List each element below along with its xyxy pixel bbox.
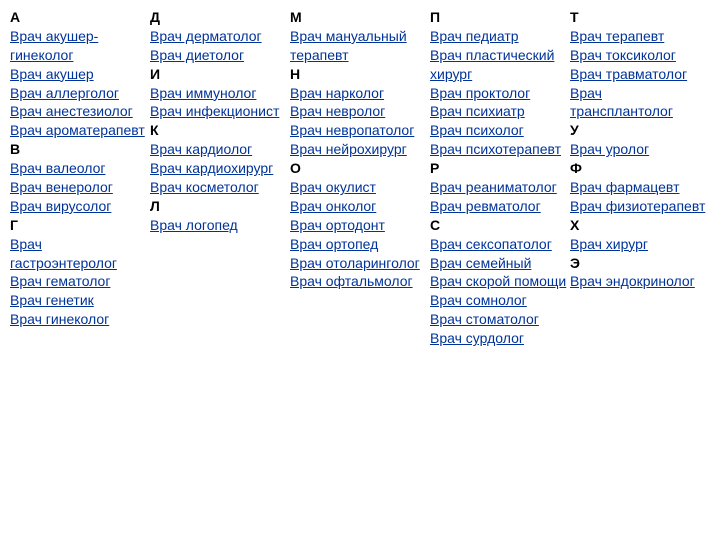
- letter-heading: Р: [430, 159, 568, 178]
- doctor-link[interactable]: Врач онколог: [290, 197, 428, 216]
- doctor-link[interactable]: Врач аллерголог: [10, 84, 148, 103]
- doctor-link[interactable]: Врач дерматолог: [150, 27, 288, 46]
- doctor-link[interactable]: Врач ортопед: [290, 235, 428, 254]
- doctor-link[interactable]: Врач проктолог: [430, 84, 568, 103]
- doctor-link[interactable]: Врач диетолог: [150, 46, 288, 65]
- doctor-link[interactable]: Врач травматолог: [570, 65, 708, 84]
- doctor-link[interactable]: Врач гастроэнтеролог: [10, 235, 148, 273]
- doctor-link[interactable]: Врач иммунолог: [150, 84, 288, 103]
- letter-heading: Э: [570, 254, 708, 273]
- doctor-link[interactable]: Врач психолог: [430, 121, 568, 140]
- doctor-link[interactable]: Врач косметолог: [150, 178, 288, 197]
- doctor-link[interactable]: Врач нейрохирург: [290, 140, 428, 159]
- letter-heading: У: [570, 121, 708, 140]
- doctor-index-columns: АВрач акушер-гинекологВрач акушерВрач ал…: [10, 8, 710, 348]
- doctor-link[interactable]: Врач психотерапевт: [430, 140, 568, 159]
- doctor-link[interactable]: Врач реаниматолог: [430, 178, 568, 197]
- doctor-link[interactable]: Врач семейный: [430, 254, 568, 273]
- doctor-link[interactable]: Врач валеолог: [10, 159, 148, 178]
- doctor-link[interactable]: Врач хирург: [570, 235, 708, 254]
- doctor-link[interactable]: Врач терапевт: [570, 27, 708, 46]
- doctor-link[interactable]: Врач вирусолог: [10, 197, 148, 216]
- doctor-link[interactable]: Врач логопед: [150, 216, 288, 235]
- letter-heading: М: [290, 8, 428, 27]
- letter-heading: Н: [290, 65, 428, 84]
- letter-heading: А: [10, 8, 148, 27]
- doctor-link[interactable]: Врач сомнолог: [430, 291, 568, 310]
- doctor-link[interactable]: Врач окулист: [290, 178, 428, 197]
- doctor-link[interactable]: Врач ортодонт: [290, 216, 428, 235]
- letter-heading: П: [430, 8, 568, 27]
- letter-heading: Т: [570, 8, 708, 27]
- letter-heading: Х: [570, 216, 708, 235]
- letter-heading: Г: [10, 216, 148, 235]
- letter-heading: Ф: [570, 159, 708, 178]
- doctor-link[interactable]: Врач скорой помощи: [430, 272, 568, 291]
- letter-heading: Л: [150, 197, 288, 216]
- column-4: ТВрач терапевтВрач токсикологВрач травма…: [570, 8, 710, 348]
- doctor-link[interactable]: Врач гинеколог: [10, 310, 148, 329]
- doctor-link[interactable]: Врач токсиколог: [570, 46, 708, 65]
- letter-heading: К: [150, 121, 288, 140]
- doctor-link[interactable]: Врач гематолог: [10, 272, 148, 291]
- doctor-link[interactable]: Врач анестезиолог: [10, 102, 148, 121]
- doctor-link[interactable]: Врач сексопатолог: [430, 235, 568, 254]
- column-3: ПВрач педиатрВрач пластический хирургВра…: [430, 8, 570, 348]
- doctor-link[interactable]: Врач невролог: [290, 102, 428, 121]
- doctor-link[interactable]: Врач эндокринолог: [570, 272, 708, 291]
- column-0: АВрач акушер-гинекологВрач акушерВрач ал…: [10, 8, 150, 348]
- doctor-link[interactable]: Врач фармацевт: [570, 178, 708, 197]
- letter-heading: Д: [150, 8, 288, 27]
- doctor-link[interactable]: Врач педиатр: [430, 27, 568, 46]
- doctor-link[interactable]: Врач венеролог: [10, 178, 148, 197]
- letter-heading: В: [10, 140, 148, 159]
- doctor-link[interactable]: Врач стоматолог: [430, 310, 568, 329]
- doctor-link[interactable]: Врач кардиохирург: [150, 159, 288, 178]
- doctor-link[interactable]: Врач трансплантолог: [570, 84, 708, 122]
- column-2: МВрач мануальный терапевтНВрач наркологВ…: [290, 8, 430, 348]
- doctor-link[interactable]: Врач ароматерапевт: [10, 121, 148, 140]
- doctor-link[interactable]: Врач акушер-гинеколог: [10, 27, 148, 65]
- doctor-link[interactable]: Врач офтальмолог: [290, 272, 428, 291]
- doctor-link[interactable]: Врач психиатр: [430, 102, 568, 121]
- doctor-link[interactable]: Врач сурдолог: [430, 329, 568, 348]
- doctor-link[interactable]: Врач уролог: [570, 140, 708, 159]
- doctor-link[interactable]: Врач акушер: [10, 65, 148, 84]
- column-1: ДВрач дерматологВрач диетологИВрач иммун…: [150, 8, 290, 348]
- letter-heading: О: [290, 159, 428, 178]
- doctor-link[interactable]: Врач пластический хирург: [430, 46, 568, 84]
- doctor-link[interactable]: Врач ревматолог: [430, 197, 568, 216]
- doctor-link[interactable]: Врач генетик: [10, 291, 148, 310]
- letter-heading: С: [430, 216, 568, 235]
- doctor-link[interactable]: Врач отоларинголог: [290, 254, 428, 273]
- doctor-link[interactable]: Врач физиотерапевт: [570, 197, 708, 216]
- doctor-link[interactable]: Врач невропатолог: [290, 121, 428, 140]
- doctor-link[interactable]: Врач нарколог: [290, 84, 428, 103]
- doctor-link[interactable]: Врач мануальный терапевт: [290, 27, 428, 65]
- doctor-link[interactable]: Врач кардиолог: [150, 140, 288, 159]
- doctor-link[interactable]: Врач инфекционист: [150, 102, 288, 121]
- letter-heading: И: [150, 65, 288, 84]
